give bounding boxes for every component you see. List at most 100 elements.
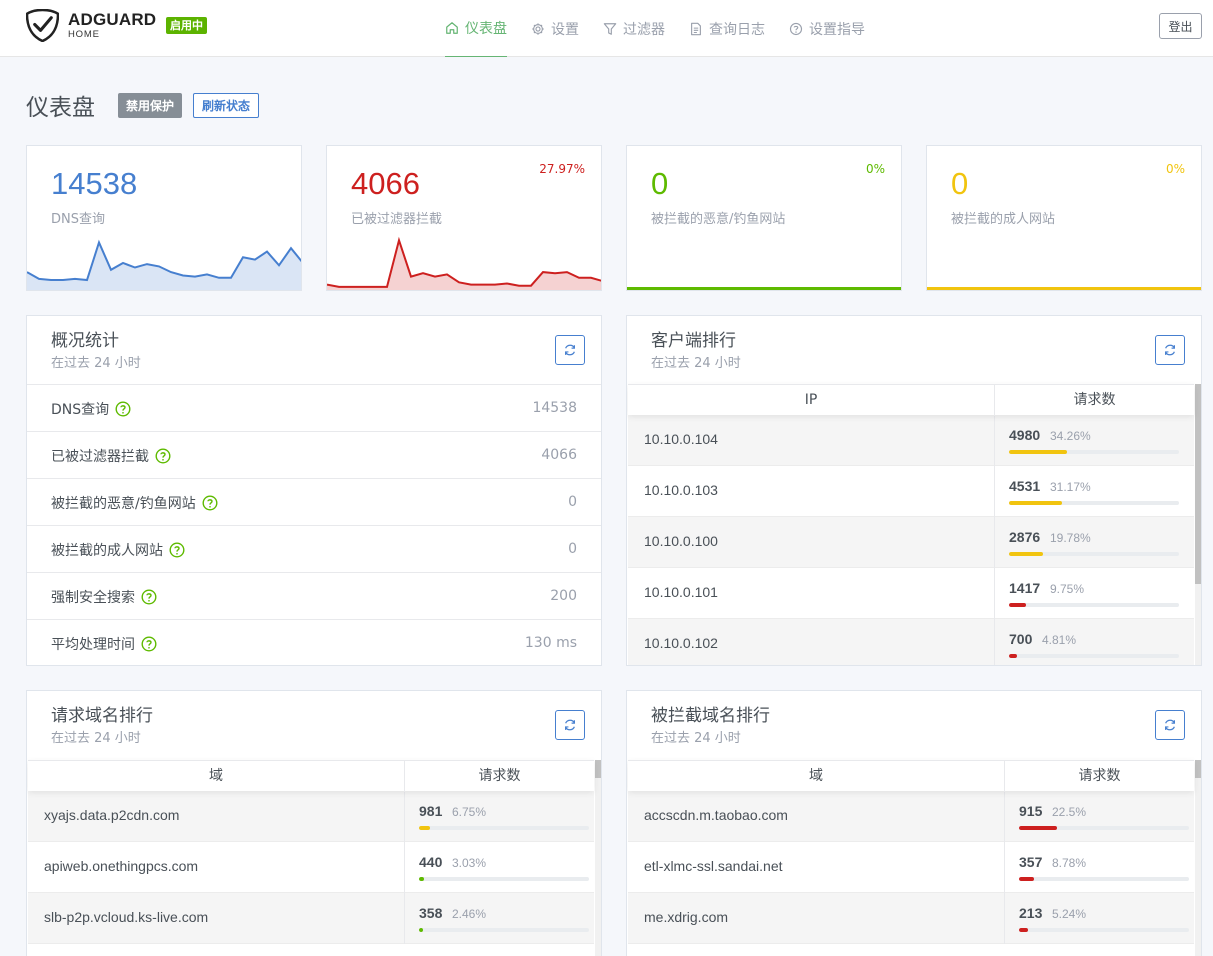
- nav-setup-guide-label: 设置指导: [809, 21, 865, 38]
- table-row[interactable]: accscdn.m.taobao.com 915 22.5%: [628, 791, 1194, 842]
- table-row[interactable]: 10.10.0.102 700 4.81%: [628, 619, 1194, 665]
- help-icon[interactable]: [141, 636, 157, 652]
- table-row[interactable]: 10.10.0.101 1417 9.75%: [628, 568, 1194, 619]
- column-header-domain[interactable]: 域: [628, 761, 1004, 792]
- table-row[interactable]: etl-xlmc-ssl.sandai.net 357 8.78%: [628, 842, 1194, 893]
- percent-bar-fill: [1019, 928, 1028, 932]
- shield-logo-icon: [26, 9, 59, 42]
- stat-percent: 0%: [1165, 162, 1185, 176]
- row-name: me.xdrig.com: [644, 909, 729, 925]
- disable-protection-button[interactable]: 禁用保护: [118, 93, 183, 118]
- percent-bar: [1009, 603, 1179, 607]
- scrollbar-thumb[interactable]: [595, 760, 601, 778]
- scrollbar-thumb[interactable]: [1195, 760, 1201, 778]
- nav-settings[interactable]: 设置: [531, 0, 579, 57]
- nav-dashboard-label: 仪表盘: [465, 21, 507, 37]
- help-circle-icon: [789, 22, 803, 35]
- refresh-button[interactable]: [1155, 710, 1185, 740]
- column-header-ip[interactable]: IP: [628, 385, 994, 416]
- stat-baseline: [927, 287, 1201, 290]
- percent-bar-fill: [1009, 450, 1068, 454]
- protection-status-badge: 启用中: [166, 17, 207, 34]
- row-percent: 3.03%: [452, 856, 487, 870]
- nav-filters[interactable]: 过滤器: [603, 0, 665, 57]
- card-subtitle: 在过去 24 小时: [51, 356, 141, 371]
- percent-bar-fill: [1019, 826, 1058, 830]
- refresh-button[interactable]: [1155, 335, 1185, 365]
- stat-percent: 27.97%: [539, 162, 585, 176]
- percent-bar: [419, 826, 589, 830]
- row-count: 1417: [1009, 580, 1041, 596]
- table-row[interactable]: 10.10.0.103 4531 31.17%: [628, 466, 1194, 517]
- filter-icon: [603, 22, 617, 35]
- stat-card-blocked-by-filters: 4066 已被过滤器拦截 27.97%: [326, 145, 602, 291]
- row-count: 915: [1019, 803, 1043, 819]
- row-percent: 2.46%: [452, 907, 487, 921]
- logout-button[interactable]: 登出: [1159, 13, 1202, 39]
- overview-row-value: 0: [568, 494, 577, 510]
- row-percent: 4.81%: [1042, 633, 1077, 647]
- row-name: 10.10.0.104: [644, 431, 718, 447]
- stat-percent: 0%: [865, 162, 885, 176]
- gear-icon: [532, 22, 544, 35]
- stat-value: 14538: [51, 166, 138, 201]
- table-row[interactable]: 10.10.0.104 4980 34.26%: [628, 415, 1194, 466]
- blocked-sparkline: [327, 236, 601, 290]
- percent-bar-fill: [419, 877, 425, 881]
- percent-bar-fill: [419, 826, 431, 830]
- row-percent: 19.78%: [1050, 531, 1091, 545]
- stat-label: 被拦截的恶意/钓鱼网站: [651, 212, 786, 227]
- help-icon[interactable]: [115, 401, 131, 417]
- row-name: etl-xlmc-ssl.sandai.net: [644, 858, 783, 874]
- nav-dashboard[interactable]: 仪表盘: [445, 0, 507, 57]
- help-icon[interactable]: [169, 542, 185, 558]
- brand-name: ADGUARD: [68, 10, 157, 30]
- overview-stats-card: 概况统计 在过去 24 小时 DNS查询 14538 已被过滤器拦截 4066 被拦截的…: [26, 315, 602, 666]
- card-title: 请求域名排行: [51, 706, 153, 726]
- card-title: 概况统计: [51, 331, 119, 351]
- table-row[interactable]: xyajs.data.p2cdn.com 981 6.75%: [28, 791, 594, 842]
- stat-baseline: [627, 287, 901, 290]
- table-header: 域 请求数: [28, 760, 594, 792]
- help-icon[interactable]: [141, 589, 157, 605]
- row-percent: 8.78%: [1052, 856, 1087, 870]
- column-header-domain[interactable]: 域: [28, 761, 404, 792]
- row-percent: 6.75%: [452, 805, 487, 819]
- refresh-button[interactable]: [555, 710, 585, 740]
- row-count: 357: [1019, 854, 1043, 870]
- help-icon[interactable]: [202, 495, 218, 511]
- overview-row-value: 4066: [541, 447, 577, 463]
- refresh-status-button[interactable]: 刷新状态: [193, 93, 260, 118]
- table-row[interactable]: 10.10.0.100 2876 19.78%: [628, 517, 1194, 568]
- column-header-requests[interactable]: 请求数: [995, 385, 1194, 416]
- table-row[interactable]: slb-p2p.vcloud.ks-live.com 358 2.46%: [28, 893, 594, 944]
- overview-row-value: 200: [550, 588, 577, 604]
- row-count: 213: [1019, 905, 1043, 921]
- row-count: 358: [419, 905, 443, 921]
- column-header-requests[interactable]: 请求数: [405, 761, 594, 792]
- overview-row: 强制安全搜索 200: [27, 572, 601, 619]
- percent-bar-fill: [1009, 501, 1062, 505]
- stat-label: 被拦截的成人网站: [951, 212, 1056, 227]
- brand-logo[interactable]: ADGUARD HOME: [26, 9, 156, 42]
- card-title: 被拦截域名排行: [651, 706, 770, 726]
- scrollbar-thumb[interactable]: [1195, 384, 1201, 584]
- percent-bar: [419, 928, 589, 932]
- column-header-requests[interactable]: 请求数: [1005, 761, 1194, 792]
- nav-setup-guide[interactable]: 设置指导: [789, 0, 865, 57]
- overview-row-label: 被拦截的恶意/钓鱼网站: [51, 496, 196, 512]
- row-name: accscdn.m.taobao.com: [644, 807, 788, 823]
- nav-query-log[interactable]: 查询日志: [689, 0, 765, 57]
- table-row[interactable]: apiweb.onethingpcs.com 440 3.03%: [28, 842, 594, 893]
- table-row[interactable]: me.xdrig.com 213 5.24%: [628, 893, 1194, 944]
- help-icon[interactable]: [155, 448, 171, 464]
- row-name: 10.10.0.100: [644, 533, 718, 549]
- dns-queries-sparkline: [27, 239, 301, 290]
- top-blocked-domains-card: 被拦截域名排行 在过去 24 小时 域 请求数 accscdn.m.taobao…: [626, 690, 1202, 956]
- scrollbar[interactable]: [1195, 760, 1201, 956]
- percent-bar: [1009, 654, 1179, 658]
- scrollbar[interactable]: [595, 760, 601, 956]
- row-percent: 5.24%: [1052, 907, 1087, 921]
- refresh-button[interactable]: [555, 335, 585, 365]
- percent-bar: [1019, 877, 1189, 881]
